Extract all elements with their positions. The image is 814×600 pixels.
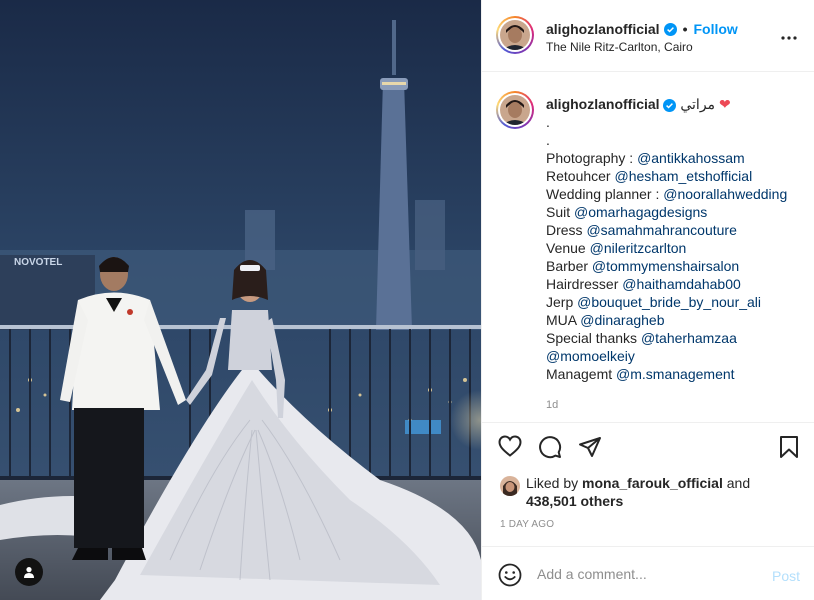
share-icon (579, 437, 601, 457)
heart-icon (498, 435, 522, 457)
caption-author-avatar[interactable] (496, 91, 534, 129)
caption-line-text: Jerp (546, 294, 578, 310)
caption-line: @momoelkeiy (546, 347, 806, 365)
caption-line: Jerp @bouquet_bride_by_nour_ali (546, 293, 806, 311)
caption-line: . (546, 131, 806, 149)
caption-mention[interactable]: @nileritzcarlton (590, 240, 687, 256)
caption-line: Wedding planner : @noorallahwedding (546, 185, 806, 203)
liker-avatar[interactable] (500, 476, 520, 496)
caption-first-line: alighozlanofficial مراتي ❤ (546, 95, 806, 113)
caption-line-text: Wedding planner : (546, 186, 664, 202)
header-separator: • (682, 21, 688, 37)
caption-mention[interactable]: @noorallahwedding (663, 186, 787, 202)
caption-line-text: Venue (546, 240, 590, 256)
caption-line-text: Dress (546, 222, 587, 238)
likes-prefix: Liked by (526, 475, 583, 491)
tagged-users-button[interactable] (15, 558, 43, 586)
caption-mention[interactable]: @dinaragheb (580, 312, 664, 328)
caption-line: Hairdresser @haithamdahab00 (546, 275, 806, 293)
caption-line: . (546, 113, 806, 131)
caption-mention[interactable]: @bouquet_bride_by_nour_ali (577, 294, 761, 310)
comments-area[interactable]: alighozlanofficial مراتي ❤ .. Photography… (482, 73, 814, 422)
heart-emoji: ❤ (718, 96, 731, 112)
caption-line-text: Managemt (546, 366, 617, 382)
comment-button[interactable] (538, 435, 562, 464)
author-username[interactable]: alighozlanofficial (546, 21, 660, 37)
likes-others-count[interactable]: 438,501 others (526, 493, 623, 509)
more-options-button[interactable] (781, 27, 797, 45)
post-location[interactable]: The Nile Ritz-Carlton, Cairo (546, 40, 693, 54)
caption-line: Retouhcer @hesham_etshofficial (546, 167, 806, 185)
post-timestamp[interactable]: 1 DAY AGO (500, 519, 554, 530)
caption-line: Dress @samahmahrancouture (546, 221, 806, 239)
share-button[interactable] (578, 435, 602, 464)
emoji-button[interactable] (498, 563, 522, 592)
caption-line-text: Suit (546, 204, 575, 220)
caption-line: Special thanks @taherhamzaa (546, 329, 806, 347)
smiley-icon (498, 563, 522, 587)
caption-line: Managemt @m.smanagement (546, 365, 806, 383)
caption-mention[interactable]: @antikkahossam (637, 150, 745, 166)
post-header: alighozlanofficial • Follow The Nile Rit… (482, 0, 814, 72)
caption-author-avatar-image (500, 95, 530, 125)
caption-line-text: Special thanks (546, 330, 641, 346)
caption-verified-badge-icon (663, 98, 677, 112)
likes-text: Liked by mona_farouk_official and 438,50… (526, 474, 786, 510)
caption-line: Suit @omarhagagdesigns (546, 203, 806, 221)
comment-icon (539, 436, 562, 459)
caption-line-text: MUA (546, 312, 581, 328)
action-bar (482, 422, 814, 470)
like-button[interactable] (498, 435, 522, 462)
caption-line: Photography : @antikkahossam (546, 149, 806, 167)
caption-line-text: Barber (546, 258, 592, 274)
caption-first-text: مراتي (680, 96, 716, 112)
caption-mention[interactable]: @taherhamzaa (641, 330, 737, 346)
caption-mention[interactable]: @samahmahrancouture (586, 222, 736, 238)
author-avatar[interactable] (496, 16, 534, 54)
caption-line-text: Retouhcer (546, 168, 615, 184)
user-icon (24, 567, 34, 578)
post-photo[interactable]: NOVOTEL (0, 0, 481, 600)
caption-line-text: Photography : (546, 150, 638, 166)
caption-line-text: Hairdresser (546, 276, 623, 292)
liker-username[interactable]: mona_farouk_official (582, 475, 723, 491)
caption-mention[interactable]: @hesham_etshofficial (614, 168, 752, 184)
caption-mention[interactable]: @m.smanagement (616, 366, 734, 382)
likes-connector: and (722, 475, 751, 491)
follow-button[interactable]: Follow (693, 21, 737, 37)
verified-badge-icon (663, 22, 677, 36)
caption-username[interactable]: alighozlanofficial (546, 96, 660, 112)
bookmark-icon (780, 436, 798, 458)
caption-line-text: . (546, 132, 550, 148)
add-comment-bar: Post (482, 546, 814, 600)
caption-lines: .. Photography : @antikkahossam Retouhcer … (546, 113, 806, 383)
post-side-panel: alighozlanofficial • Follow The Nile Rit… (481, 0, 814, 600)
post-caption: alighozlanofficial مراتي ❤ .. Photography… (546, 95, 806, 383)
caption-mention[interactable]: @tommymenshairsalon (592, 258, 739, 274)
caption-line-text: . (546, 114, 550, 130)
wedding-photo-illustration: NOVOTEL (0, 0, 481, 600)
caption-mention[interactable]: @omarhagagdesigns (574, 204, 707, 220)
caption-age: 1d (546, 399, 559, 411)
post-comment-button[interactable]: Post (772, 568, 800, 584)
more-options-icon (781, 36, 797, 40)
save-button[interactable] (779, 435, 799, 464)
caption-line: MUA @dinaragheb (546, 311, 806, 329)
novotel-sign: NOVOTEL (14, 257, 62, 268)
author-avatar-image (500, 20, 530, 50)
caption-mention[interactable]: @momoelkeiy (546, 348, 635, 364)
comment-input[interactable] (537, 561, 757, 587)
header-user-row: alighozlanofficial • Follow (546, 21, 738, 37)
caption-mention[interactable]: @haithamdahab00 (622, 276, 741, 292)
caption-line: Venue @nileritzcarlton (546, 239, 806, 257)
caption-line: Barber @tommymenshairsalon (546, 257, 806, 275)
